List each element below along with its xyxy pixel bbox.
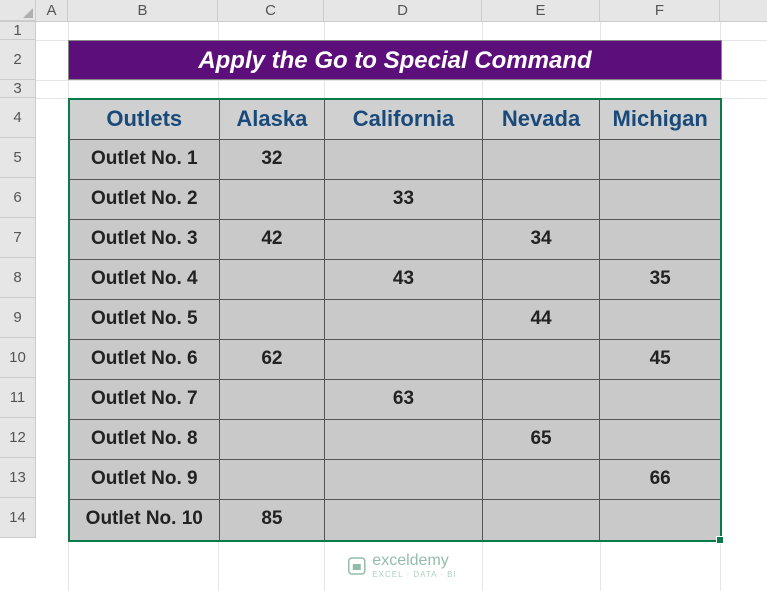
data-cell[interactable]: 33 (325, 180, 483, 219)
data-cell[interactable]: 32 (220, 140, 326, 179)
header-outlets[interactable]: Outlets (70, 100, 220, 139)
data-cell[interactable] (600, 300, 720, 339)
data-cell[interactable]: 34 (483, 220, 601, 259)
data-cell[interactable] (600, 220, 720, 259)
row-header-6[interactable]: 6 (0, 178, 36, 218)
table-row: Outlet No. 1085 (70, 500, 720, 540)
selection-handle[interactable] (716, 536, 724, 544)
header-michigan[interactable]: Michigan (600, 100, 720, 139)
col-header-c[interactable]: C (218, 0, 324, 21)
col-header-e[interactable]: E (482, 0, 600, 21)
row-label[interactable]: Outlet No. 7 (70, 380, 220, 419)
spreadsheet: A B C D E F 1 2 3 4 5 6 7 8 9 10 11 12 1… (0, 0, 767, 591)
data-cell[interactable] (325, 500, 483, 540)
data-table: Outlets Alaska California Nevada Michiga… (68, 98, 722, 542)
data-cell[interactable]: 42 (220, 220, 326, 259)
table-row: Outlet No. 7 63 (70, 380, 720, 420)
title-banner: Apply the Go to Special Command (68, 40, 722, 80)
row-label[interactable]: Outlet No. 3 (70, 220, 220, 259)
data-cell[interactable] (325, 460, 483, 499)
row-label[interactable]: Outlet No. 4 (70, 260, 220, 299)
data-cell[interactable] (600, 380, 720, 419)
data-cell[interactable] (600, 420, 720, 459)
table-row: Outlet No. 662 45 (70, 340, 720, 380)
data-cell[interactable] (600, 140, 720, 179)
logo-icon (346, 556, 366, 576)
row-header-11[interactable]: 11 (0, 378, 36, 418)
data-cell[interactable]: 35 (600, 260, 720, 299)
row-header-2[interactable]: 2 (0, 40, 36, 80)
data-cell[interactable]: 44 (483, 300, 601, 339)
row-header-9[interactable]: 9 (0, 298, 36, 338)
data-cell[interactable]: 63 (325, 380, 483, 419)
row-header-13[interactable]: 13 (0, 458, 36, 498)
data-cell[interactable] (220, 420, 326, 459)
col-header-b[interactable]: B (68, 0, 218, 21)
data-cell[interactable] (220, 300, 326, 339)
row-header-5[interactable]: 5 (0, 138, 36, 178)
row-label[interactable]: Outlet No. 1 (70, 140, 220, 179)
row-header-1[interactable]: 1 (0, 22, 36, 40)
col-header-d[interactable]: D (324, 0, 482, 21)
row-header-14[interactable]: 14 (0, 498, 36, 538)
row-label[interactable]: Outlet No. 5 (70, 300, 220, 339)
table-row: Outlet No. 342 34 (70, 220, 720, 260)
data-cell[interactable] (600, 180, 720, 219)
row-header-3[interactable]: 3 (0, 80, 36, 98)
data-cell[interactable] (483, 380, 601, 419)
row-label[interactable]: Outlet No. 9 (70, 460, 220, 499)
watermark-brand: exceldemy (372, 552, 448, 569)
row-headers: 1 2 3 4 5 6 7 8 9 10 11 12 13 14 (0, 22, 36, 538)
data-cell[interactable] (325, 140, 483, 179)
data-cell[interactable] (325, 340, 483, 379)
data-cell[interactable] (600, 500, 720, 540)
data-cell[interactable]: 45 (600, 340, 720, 379)
table-row: Outlet No. 4 43 35 (70, 260, 720, 300)
data-cell[interactable] (483, 140, 601, 179)
data-cell[interactable] (220, 460, 326, 499)
data-cell[interactable] (483, 460, 601, 499)
table-row: Outlet No. 9 66 (70, 460, 720, 500)
header-california[interactable]: California (325, 100, 483, 139)
grid-area[interactable]: Apply the Go to Special Command Outlets … (36, 22, 767, 591)
data-cell[interactable] (325, 300, 483, 339)
data-cell[interactable] (220, 180, 326, 219)
data-cell[interactable] (325, 220, 483, 259)
data-cell[interactable]: 62 (220, 340, 326, 379)
data-cell[interactable]: 65 (483, 420, 601, 459)
row-label[interactable]: Outlet No. 6 (70, 340, 220, 379)
table-row: Outlet No. 8 65 (70, 420, 720, 460)
row-header-4[interactable]: 4 (0, 98, 36, 138)
row-header-8[interactable]: 8 (0, 258, 36, 298)
data-cell[interactable] (220, 380, 326, 419)
col-header-a[interactable]: A (36, 0, 68, 21)
row-label[interactable]: Outlet No. 8 (70, 420, 220, 459)
row-header-7[interactable]: 7 (0, 218, 36, 258)
table-header-row: Outlets Alaska California Nevada Michiga… (70, 100, 720, 140)
data-cell[interactable]: 66 (600, 460, 720, 499)
row-header-12[interactable]: 12 (0, 418, 36, 458)
data-cell[interactable] (483, 500, 601, 540)
watermark: exceldemy EXCEL · DATA · BI (346, 552, 456, 579)
data-cell[interactable]: 43 (325, 260, 483, 299)
table-row: Outlet No. 2 33 (70, 180, 720, 220)
row-label[interactable]: Outlet No. 10 (70, 500, 220, 540)
table-row: Outlet No. 5 44 (70, 300, 720, 340)
header-alaska[interactable]: Alaska (220, 100, 326, 139)
data-cell[interactable] (220, 260, 326, 299)
data-cell[interactable] (325, 420, 483, 459)
header-nevada[interactable]: Nevada (483, 100, 601, 139)
data-cell[interactable]: 85 (220, 500, 326, 540)
column-headers: A B C D E F (0, 0, 767, 22)
col-header-f[interactable]: F (600, 0, 720, 21)
data-cell[interactable] (483, 260, 601, 299)
data-cell[interactable] (483, 180, 601, 219)
table-row: Outlet No. 132 (70, 140, 720, 180)
row-header-10[interactable]: 10 (0, 338, 36, 378)
watermark-tag: EXCEL · DATA · BI (372, 570, 456, 579)
select-all-corner[interactable] (0, 0, 36, 21)
data-cell[interactable] (483, 340, 601, 379)
row-label[interactable]: Outlet No. 2 (70, 180, 220, 219)
